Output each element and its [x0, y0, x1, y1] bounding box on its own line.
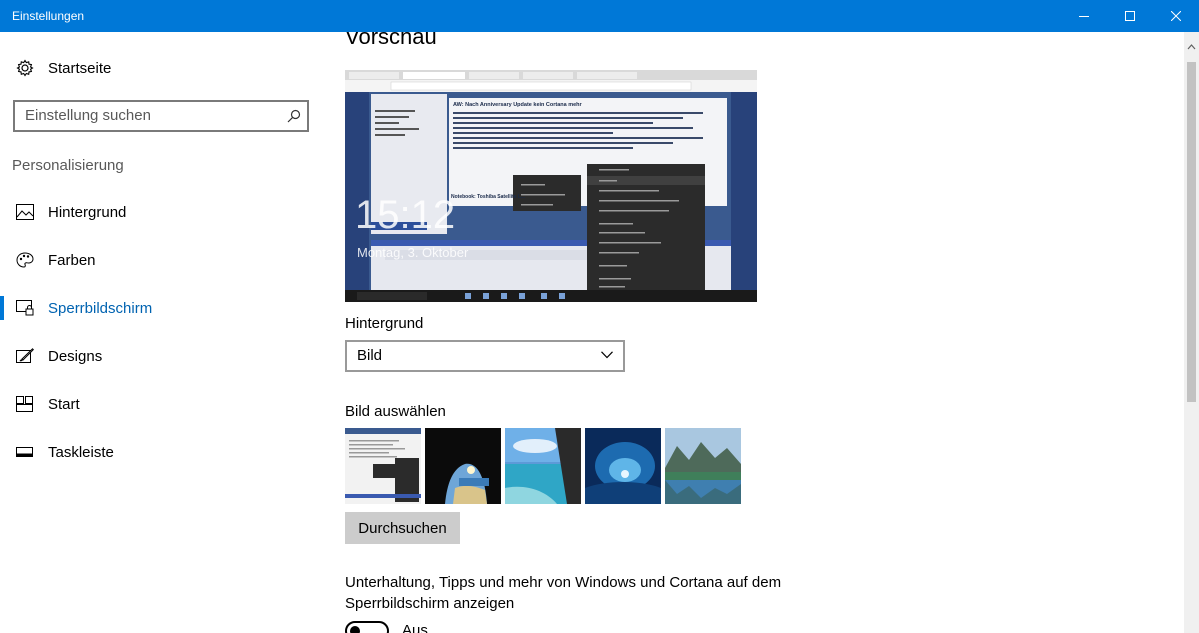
search-box[interactable]: [13, 100, 309, 132]
sidebar-item-farben[interactable]: Farben: [0, 240, 320, 280]
lock-screen-preview: 15:12 Montag, 3. Oktober AW: Nach Annive…: [345, 70, 757, 302]
sidebar-item-sperrbildschirm[interactable]: Sperrbildschirm: [0, 288, 320, 328]
palette-icon: [16, 252, 34, 268]
fun-facts-toggle[interactable]: [345, 621, 389, 633]
sidebar-item-label: Sperrbildschirm: [48, 299, 153, 317]
sidebar-item-label: Start: [48, 395, 80, 413]
sidebar-item-label: Farben: [48, 251, 96, 269]
brush-icon: [16, 348, 34, 363]
sidebar-item-home[interactable]: Startseite: [0, 48, 320, 88]
choose-image-label: Bild auswählen: [345, 403, 446, 420]
preview-heading: Vorschau: [345, 32, 437, 49]
lock-screen-icon: [16, 300, 34, 316]
minimize-icon: [1079, 16, 1089, 17]
background-dropdown[interactable]: Bild: [345, 340, 625, 372]
preview-image: 15:12 Montag, 3. Oktober AW: Nach Annive…: [345, 70, 757, 302]
thumbnail-beach[interactable]: [505, 428, 581, 504]
vertical-scrollbar[interactable]: [1184, 32, 1199, 633]
gear-icon: [16, 59, 34, 77]
browse-button[interactable]: Durchsuchen: [345, 512, 460, 544]
preview-post-title: AW: Nach Anniversary Update kein Cortana…: [453, 102, 583, 108]
title-bar: Einstellungen: [0, 0, 1199, 32]
sidebar-item-label: Hintergrund: [48, 203, 127, 221]
fun-facts-text: Unterhaltung, Tipps und mehr von Windows…: [345, 574, 782, 612]
chevron-down-icon: [601, 351, 613, 359]
sidebar-item-hintergrund[interactable]: Hintergrund: [0, 192, 320, 232]
toggle-knob: [350, 626, 360, 633]
sidebar-item-designs[interactable]: Designs: [0, 336, 320, 376]
sidebar-item-taskleiste[interactable]: Taskleiste: [0, 432, 320, 472]
thumbnail-ice-cave[interactable]: [585, 428, 661, 504]
scroll-up-icon[interactable]: [1187, 42, 1196, 52]
main-content: Vorschau 15:12 Montag, 3. Oktober AW: Na…: [320, 32, 1184, 633]
section-header: Personalisierung: [12, 157, 124, 174]
sidebar: Startseite Personalisierung Hintergrund …: [0, 32, 320, 633]
active-indicator: [0, 296, 4, 320]
minimize-button[interactable]: [1061, 0, 1107, 32]
taskbar-icon: [16, 447, 33, 457]
sidebar-item-label: Startseite: [48, 59, 112, 77]
search-input[interactable]: [25, 107, 275, 124]
sidebar-item-label: Taskleiste: [48, 443, 114, 461]
picture-icon: [16, 204, 34, 220]
background-label: Hintergrund: [345, 315, 424, 332]
start-icon: [16, 396, 33, 412]
maximize-icon: [1125, 11, 1135, 21]
thumbnail-screenshot[interactable]: [345, 428, 421, 504]
window-title: Einstellungen: [12, 9, 85, 23]
close-button[interactable]: [1153, 0, 1199, 32]
maximize-button[interactable]: [1107, 0, 1153, 32]
close-icon: [1171, 11, 1181, 21]
toggle-state-label: Aus: [402, 622, 428, 633]
scrollbar-thumb[interactable]: [1187, 62, 1196, 402]
thumbnail-cave[interactable]: [425, 428, 501, 504]
sidebar-item-start[interactable]: Start: [0, 384, 320, 424]
preview-post-notebook: Notebook: Toshiba Satellite L...: [451, 194, 526, 200]
sidebar-item-label: Designs: [48, 347, 103, 365]
preview-date: Montag, 3. Oktober: [357, 245, 469, 260]
thumbnail-lake[interactable]: [665, 428, 741, 504]
background-dropdown-value: Bild: [357, 347, 383, 364]
preview-time: 15:12: [355, 193, 455, 237]
search-icon[interactable]: [287, 109, 301, 123]
